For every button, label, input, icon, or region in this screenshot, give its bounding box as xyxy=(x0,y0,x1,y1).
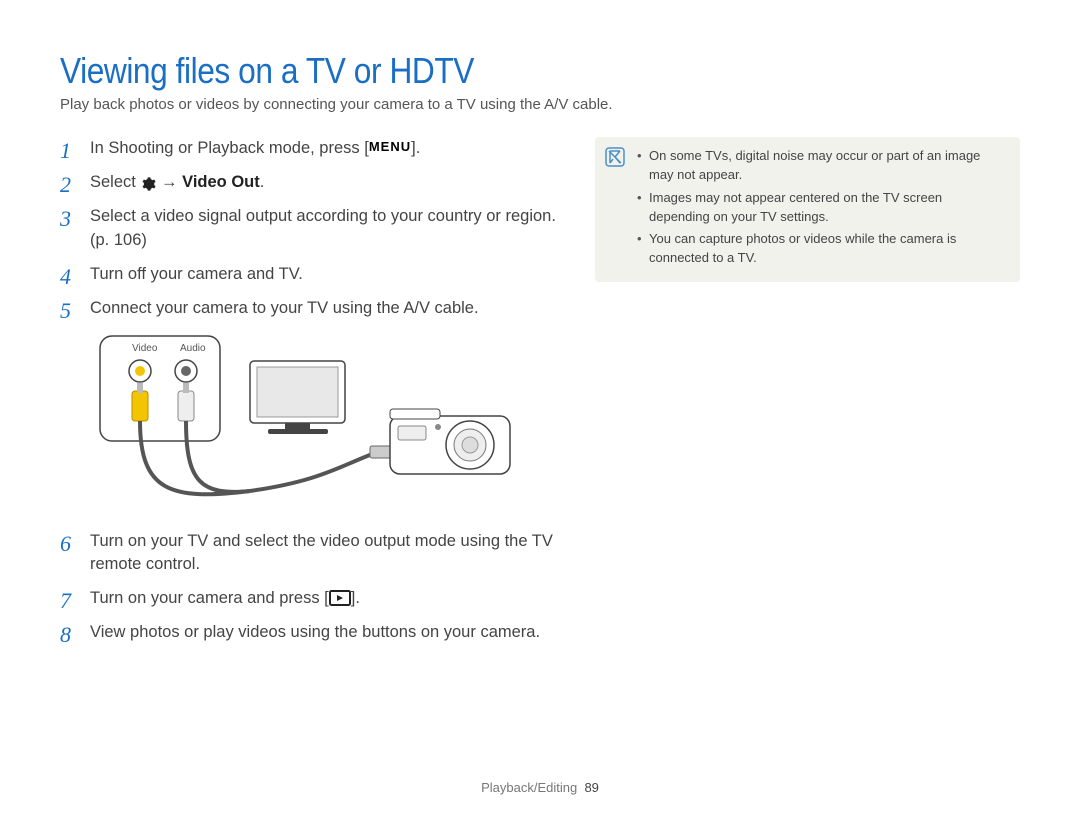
step-number: 7 xyxy=(60,585,71,617)
step-8: 8 View photos or play videos using the b… xyxy=(60,621,560,645)
step-text: . xyxy=(260,173,265,191)
note-item: You can capture photos or videos while t… xyxy=(637,230,1006,268)
step-4: 4 Turn off your camera and TV. xyxy=(60,263,560,287)
step-text: In Shooting or Playback mode, press [ xyxy=(90,139,369,157)
step-number: 6 xyxy=(60,528,71,560)
right-column: On some TVs, digital noise may occur or … xyxy=(595,137,1020,655)
steps-list: 1 In Shooting or Playback mode, press [M… xyxy=(60,137,560,645)
menu-button-icon: MENU xyxy=(369,139,411,157)
page-title: Viewing files on a TV or HDTV xyxy=(60,50,905,92)
step-number: 5 xyxy=(60,295,71,327)
step-6: 6 Turn on your TV and select the video o… xyxy=(60,530,560,578)
footer-page-number: 89 xyxy=(584,780,598,795)
step-7: 7 Turn on your camera and press []. xyxy=(60,587,560,611)
left-column: 1 In Shooting or Playback mode, press [M… xyxy=(60,137,560,655)
step-text: Turn on your TV and select the video out… xyxy=(90,532,553,574)
step-text: Turn on your camera and press [ xyxy=(90,589,329,607)
step-text: View photos or play videos using the but… xyxy=(90,623,540,641)
step-text: Select a video signal output according t… xyxy=(90,207,556,249)
note-item: Images may not appear centered on the TV… xyxy=(637,189,1006,227)
page-subtitle: Play back photos or videos by connecting… xyxy=(60,96,1020,113)
step-number: 2 xyxy=(60,169,71,201)
step-number: 1 xyxy=(60,135,71,167)
manual-page: Viewing files on a TV or HDTV Play back … xyxy=(0,0,1080,815)
step-3: 3 Select a video signal output according… xyxy=(60,205,560,253)
step-text: ]. xyxy=(411,139,420,157)
step-5: 5 Connect your camera to your TV using t… xyxy=(60,297,560,321)
step-2: 2 Select → Video Out. xyxy=(60,171,560,195)
note-icon xyxy=(605,147,625,173)
step-text: Connect your camera to your TV using the… xyxy=(90,299,479,317)
step-number: 4 xyxy=(60,261,71,293)
gear-icon xyxy=(140,176,156,194)
step-text: → xyxy=(156,173,182,191)
step-text: Select xyxy=(90,173,140,191)
content-columns: 1 In Shooting or Playback mode, press [M… xyxy=(60,137,1020,655)
tv-illustration xyxy=(250,361,345,434)
step-text: Turn off your camera and TV. xyxy=(90,265,303,283)
camera-illustration xyxy=(390,409,510,474)
note-list: On some TVs, digital noise may occur or … xyxy=(637,147,1006,268)
diagram-label-audio: Audio xyxy=(180,343,206,354)
step-number: 3 xyxy=(60,203,71,235)
step-1: 1 In Shooting or Playback mode, press [M… xyxy=(60,137,560,161)
note-item: On some TVs, digital noise may occur or … xyxy=(637,147,1006,185)
menu-option: Video Out xyxy=(182,173,260,191)
step-number: 8 xyxy=(60,619,71,651)
page-footer: Playback/Editing 89 xyxy=(0,780,1080,795)
footer-section: Playback/Editing xyxy=(481,780,577,795)
step-text: ]. xyxy=(351,589,360,607)
note-box: On some TVs, digital noise may occur or … xyxy=(595,137,1020,282)
diagram-label-video: Video xyxy=(132,343,158,354)
playback-icon xyxy=(329,589,351,607)
connection-diagram: Video Audio xyxy=(90,331,560,516)
